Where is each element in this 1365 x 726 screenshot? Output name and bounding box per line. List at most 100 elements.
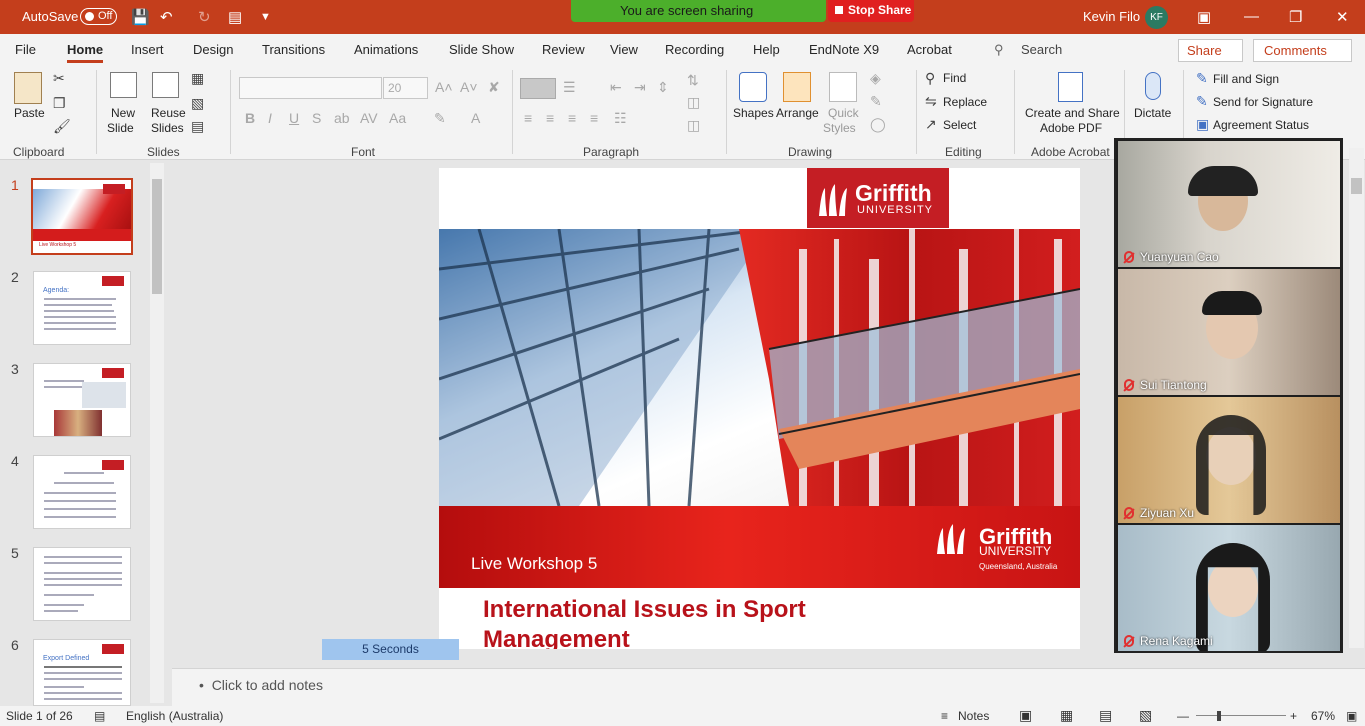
align-text-icon[interactable]: ◫ xyxy=(687,94,700,111)
notes-toggle[interactable]: Notes xyxy=(958,709,989,723)
replace-button[interactable]: Replace xyxy=(943,95,987,109)
thumbnail-slide-5[interactable] xyxy=(33,547,131,621)
tab-help[interactable]: Help xyxy=(753,42,780,57)
fit-to-window-icon[interactable]: ▣ xyxy=(1346,709,1357,723)
agreement-status-button[interactable]: Agreement Status xyxy=(1213,118,1309,132)
search-icon[interactable]: ⚲ xyxy=(994,42,1004,58)
minimize-icon[interactable]: — xyxy=(1244,8,1259,25)
maximize-icon[interactable]: ❐ xyxy=(1289,8,1302,26)
select-icon[interactable]: ↗ xyxy=(925,116,937,133)
thumbnail-slide-6[interactable]: Export Defined xyxy=(33,639,131,706)
italic-icon[interactable]: I xyxy=(268,110,272,126)
zoom-slider[interactable] xyxy=(1196,715,1286,716)
tab-view[interactable]: View xyxy=(610,42,638,57)
highlight-icon[interactable]: ✎ xyxy=(434,110,446,127)
redo-icon[interactable]: ↻ xyxy=(198,8,211,26)
language-indicator[interactable]: English (Australia) xyxy=(126,709,223,723)
slideshow-icon[interactable]: ▧ xyxy=(1139,707,1152,724)
clear-formatting-icon[interactable]: ✘ xyxy=(488,79,500,96)
search-box[interactable]: Search xyxy=(1021,42,1062,57)
find-button[interactable]: Find xyxy=(943,71,966,85)
agreement-status-icon[interactable]: ▣ xyxy=(1196,116,1209,133)
justify-icon[interactable]: ≡ xyxy=(590,110,598,126)
participant-tile[interactable]: Sui Tiantong xyxy=(1118,269,1340,395)
notes-pane[interactable]: • Click to add notes xyxy=(172,668,1365,706)
create-pdf-icon[interactable] xyxy=(1058,72,1083,102)
normal-view-icon[interactable]: ▣ xyxy=(1019,707,1032,724)
send-for-signature-button[interactable]: Send for Signature xyxy=(1213,95,1313,109)
increase-indent-icon[interactable]: ⇥ xyxy=(634,79,646,96)
smartart-icon[interactable]: ◫ xyxy=(687,117,700,134)
arrange-icon[interactable] xyxy=(783,72,811,102)
cut-icon[interactable]: ✂ xyxy=(53,70,65,87)
tab-file[interactable]: File xyxy=(15,42,36,57)
select-button[interactable]: Select xyxy=(943,118,976,132)
slide-sorter-icon[interactable]: ▦ xyxy=(1060,707,1073,724)
tab-recording[interactable]: Recording xyxy=(665,42,724,57)
font-size-combo[interactable]: 20 xyxy=(383,77,428,99)
participant-tile[interactable]: Rena Kagami xyxy=(1118,525,1340,651)
quick-styles-label-1[interactable]: Quick xyxy=(828,106,859,120)
align-right-icon[interactable]: ≡ xyxy=(568,110,576,126)
zoom-in-icon[interactable]: + xyxy=(1290,709,1297,723)
strikethrough-icon[interactable]: ab xyxy=(334,110,350,126)
create-pdf-label-1[interactable]: Create and Share xyxy=(1025,106,1120,120)
tab-slide-show[interactable]: Slide Show xyxy=(449,42,514,57)
thumbnail-slide-1[interactable]: Live Workshop 5 xyxy=(31,178,133,255)
participant-tile[interactable]: Ziyuan Xu xyxy=(1118,397,1340,523)
tab-design[interactable]: Design xyxy=(193,42,233,57)
quick-styles-icon[interactable] xyxy=(829,72,857,102)
tab-endnote[interactable]: EndNote X9 xyxy=(809,42,879,57)
find-icon[interactable]: ⚲ xyxy=(925,70,935,87)
underline-icon[interactable]: U xyxy=(289,110,299,126)
section-icon[interactable]: ▤ xyxy=(191,118,204,135)
save-icon[interactable]: 💾 xyxy=(131,8,150,26)
autosave-toggle[interactable]: Off xyxy=(80,8,117,25)
shadow-icon[interactable]: S xyxy=(312,110,321,126)
zoom-slider-thumb[interactable] xyxy=(1217,711,1221,721)
stop-share-button[interactable]: Stop Share xyxy=(828,0,914,22)
copy-icon[interactable]: ❐ xyxy=(53,95,66,112)
change-case-icon[interactable]: Aa xyxy=(389,110,406,126)
accessibility-icon[interactable]: ▤ xyxy=(94,709,105,723)
new-slide-label-2[interactable]: Slide xyxy=(107,121,134,135)
align-left-icon[interactable]: ≡ xyxy=(524,110,532,126)
paste-icon[interactable] xyxy=(14,72,42,104)
font-family-combo[interactable] xyxy=(239,77,382,99)
new-slide-label-1[interactable]: New xyxy=(111,106,135,120)
notes-placeholder[interactable]: • Click to add notes xyxy=(199,677,323,693)
new-slide-icon[interactable] xyxy=(110,72,137,98)
create-pdf-label-2[interactable]: Adobe PDF xyxy=(1040,121,1102,135)
reuse-slides-label-2[interactable]: Slides xyxy=(151,121,184,135)
font-color-icon[interactable]: A xyxy=(471,110,480,126)
dictate-button[interactable]: Dictate xyxy=(1134,106,1171,120)
replace-icon[interactable]: ⇋ xyxy=(925,93,937,110)
fill-and-sign-button[interactable]: Fill and Sign xyxy=(1213,72,1279,86)
comments-button[interactable]: Comments xyxy=(1253,39,1352,62)
zoom-out-icon[interactable]: — xyxy=(1177,709,1189,723)
numbering-icon[interactable]: ☰ xyxy=(563,79,576,96)
send-signature-icon[interactable]: ✎ xyxy=(1196,93,1208,110)
zoom-level[interactable]: 67% xyxy=(1311,709,1335,723)
bold-icon[interactable]: B xyxy=(245,110,255,126)
layout-icon[interactable]: ▦ xyxy=(191,70,204,87)
shape-outline-icon[interactable]: ✎ xyxy=(870,93,882,110)
customize-qat-icon[interactable]: ▼ xyxy=(260,11,271,23)
close-icon[interactable]: ✕ xyxy=(1336,8,1349,26)
quick-styles-label-2[interactable]: Styles xyxy=(823,121,856,135)
tab-review[interactable]: Review xyxy=(542,42,585,57)
shape-effects-icon[interactable]: ◯ xyxy=(870,116,886,133)
thumbnail-slide-2[interactable]: Agenda: xyxy=(33,271,131,345)
bullets-icon[interactable] xyxy=(520,78,556,99)
reset-icon[interactable]: ▧ xyxy=(191,95,204,112)
thumbnails-scrollbar[interactable] xyxy=(150,163,164,703)
char-spacing-icon[interactable]: AV xyxy=(360,110,378,126)
participant-tile[interactable]: Yuanyuan Cao xyxy=(1118,141,1340,267)
columns-icon[interactable]: ☷ xyxy=(614,110,627,127)
increase-font-icon[interactable]: A˄ xyxy=(435,79,453,95)
shape-fill-icon[interactable]: ◈ xyxy=(870,70,881,87)
slide-canvas[interactable]: Griffith UNIVERSITY Griffith UNIVERSITY … xyxy=(439,168,1080,649)
arrange-button[interactable]: Arrange xyxy=(776,106,819,120)
decrease-indent-icon[interactable]: ⇤ xyxy=(610,79,622,96)
tab-animations[interactable]: Animations xyxy=(354,42,418,57)
